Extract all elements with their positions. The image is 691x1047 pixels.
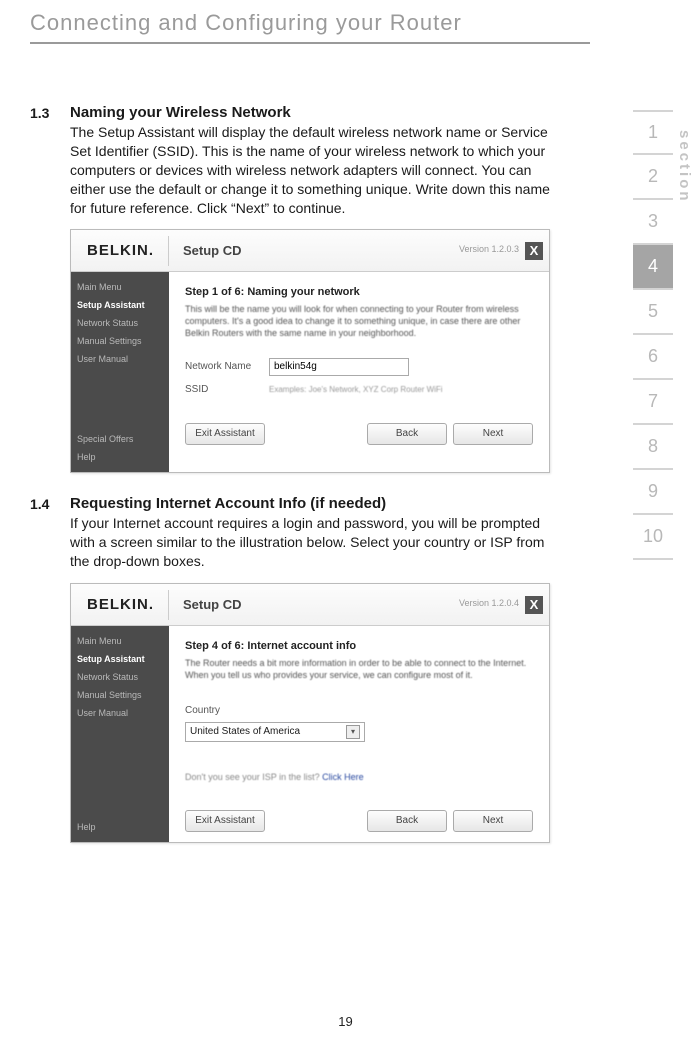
section-7[interactable]: 7	[633, 380, 673, 425]
next-button[interactable]: Next	[453, 423, 533, 445]
step-text: If your Internet account requires a logi…	[70, 514, 557, 571]
sidebar-item-main[interactable]: Main Menu	[71, 632, 169, 650]
sidebar-item-user-manual[interactable]: User Manual	[71, 350, 169, 368]
wizard-step-title: Step 1 of 6: Naming your network	[185, 286, 533, 298]
section-label: section	[676, 130, 691, 204]
section-4[interactable]: 4	[633, 245, 673, 290]
version-label: Version 1.2.0.3	[459, 244, 519, 254]
step-title: Naming your Wireless Network	[70, 104, 557, 121]
section-2[interactable]: 2	[633, 155, 673, 200]
network-name-input[interactable]	[269, 358, 409, 376]
step-number: 1.3	[30, 104, 70, 217]
country-value: United States of America	[190, 726, 300, 737]
dialog-main: Step 4 of 6: Internet account info The R…	[169, 626, 549, 841]
section-5[interactable]: 5	[633, 290, 673, 335]
step-title: Requesting Internet Account Info (if nee…	[70, 495, 557, 512]
country-select[interactable]: United States of America ▾	[185, 722, 365, 742]
sidebar-item-status[interactable]: Network Status	[71, 668, 169, 686]
section-nav: 1 2 3 4 5 6 7 8 9 10	[633, 110, 673, 560]
title-rule	[30, 42, 590, 44]
step-1-3: 1.3 Naming your Wireless Network The Set…	[30, 104, 557, 473]
divider	[168, 590, 169, 620]
chevron-down-icon: ▾	[346, 725, 360, 739]
page-title: Connecting and Configuring your Router	[0, 0, 691, 42]
dialog-header: BELKIN. Setup CD Version 1.2.0.3 X	[71, 230, 549, 272]
step-1-4: 1.4 Requesting Internet Account Info (if…	[30, 495, 557, 842]
close-icon[interactable]: X	[525, 242, 543, 260]
next-button[interactable]: Next	[453, 810, 533, 832]
version-label: Version 1.2.0.4	[459, 598, 519, 608]
back-button[interactable]: Back	[367, 810, 447, 832]
ssid-hint: Examples: Joe's Network, XYZ Corp Router…	[269, 385, 443, 394]
ssid-label: SSID	[185, 384, 257, 395]
sidebar-item-help[interactable]: Help	[71, 448, 169, 466]
exit-assistant-button[interactable]: Exit Assistant	[185, 423, 265, 445]
button-row: Exit Assistant Back Next	[185, 423, 533, 445]
belkin-logo: BELKIN.	[87, 242, 154, 259]
sidebar-item-help[interactable]: Help	[71, 818, 169, 836]
step-text: The Setup Assistant will display the def…	[70, 123, 557, 217]
dialog-title: Setup CD	[183, 597, 242, 612]
section-9[interactable]: 9	[633, 470, 673, 515]
sidebar: Main Menu Setup Assistant Network Status…	[71, 272, 169, 472]
content: 1.3 Naming your Wireless Network The Set…	[0, 104, 595, 843]
sidebar-item-manual[interactable]: Manual Settings	[71, 332, 169, 350]
wizard-step-text: The Router needs a bit more information …	[185, 658, 533, 681]
isp-note-link[interactable]: Click Here	[322, 772, 364, 782]
wizard-step-title: Step 4 of 6: Internet account info	[185, 640, 533, 652]
sidebar: Main Menu Setup Assistant Network Status…	[71, 626, 169, 841]
close-icon[interactable]: X	[525, 596, 543, 614]
setup-cd-screenshot-1: BELKIN. Setup CD Version 1.2.0.3 X Main …	[70, 229, 550, 473]
sidebar-item-manual[interactable]: Manual Settings	[71, 686, 169, 704]
isp-note-text: Don't you see your ISP in the list?	[185, 772, 322, 782]
sidebar-item-setup-assistant[interactable]: Setup Assistant	[71, 296, 169, 314]
network-name-label: Network Name	[185, 361, 257, 372]
sidebar-item-status[interactable]: Network Status	[71, 314, 169, 332]
isp-note: Don't you see your ISP in the list? Clic…	[185, 772, 533, 782]
sidebar-item-user-manual[interactable]: User Manual	[71, 704, 169, 722]
sidebar-item-offers[interactable]: Special Offers	[71, 430, 169, 448]
section-10[interactable]: 10	[633, 515, 673, 560]
country-label: Country	[185, 705, 220, 716]
dialog-title: Setup CD	[183, 243, 242, 258]
back-button[interactable]: Back	[367, 423, 447, 445]
step-number: 1.4	[30, 495, 70, 571]
belkin-logo: BELKIN.	[87, 596, 154, 613]
section-8[interactable]: 8	[633, 425, 673, 470]
section-6[interactable]: 6	[633, 335, 673, 380]
divider	[168, 236, 169, 266]
exit-assistant-button[interactable]: Exit Assistant	[185, 810, 265, 832]
wizard-step-text: This will be the name you will look for …	[185, 304, 533, 339]
sidebar-item-setup-assistant[interactable]: Setup Assistant	[71, 650, 169, 668]
dialog-header: BELKIN. Setup CD Version 1.2.0.4 X	[71, 584, 549, 626]
page-number: 19	[0, 1014, 691, 1029]
section-3[interactable]: 3	[633, 200, 673, 245]
section-1[interactable]: 1	[633, 110, 673, 155]
dialog-main: Step 1 of 6: Naming your network This wi…	[169, 272, 549, 472]
sidebar-item-main[interactable]: Main Menu	[71, 278, 169, 296]
button-row: Exit Assistant Back Next	[185, 810, 533, 832]
setup-cd-screenshot-2: BELKIN. Setup CD Version 1.2.0.4 X Main …	[70, 583, 550, 842]
